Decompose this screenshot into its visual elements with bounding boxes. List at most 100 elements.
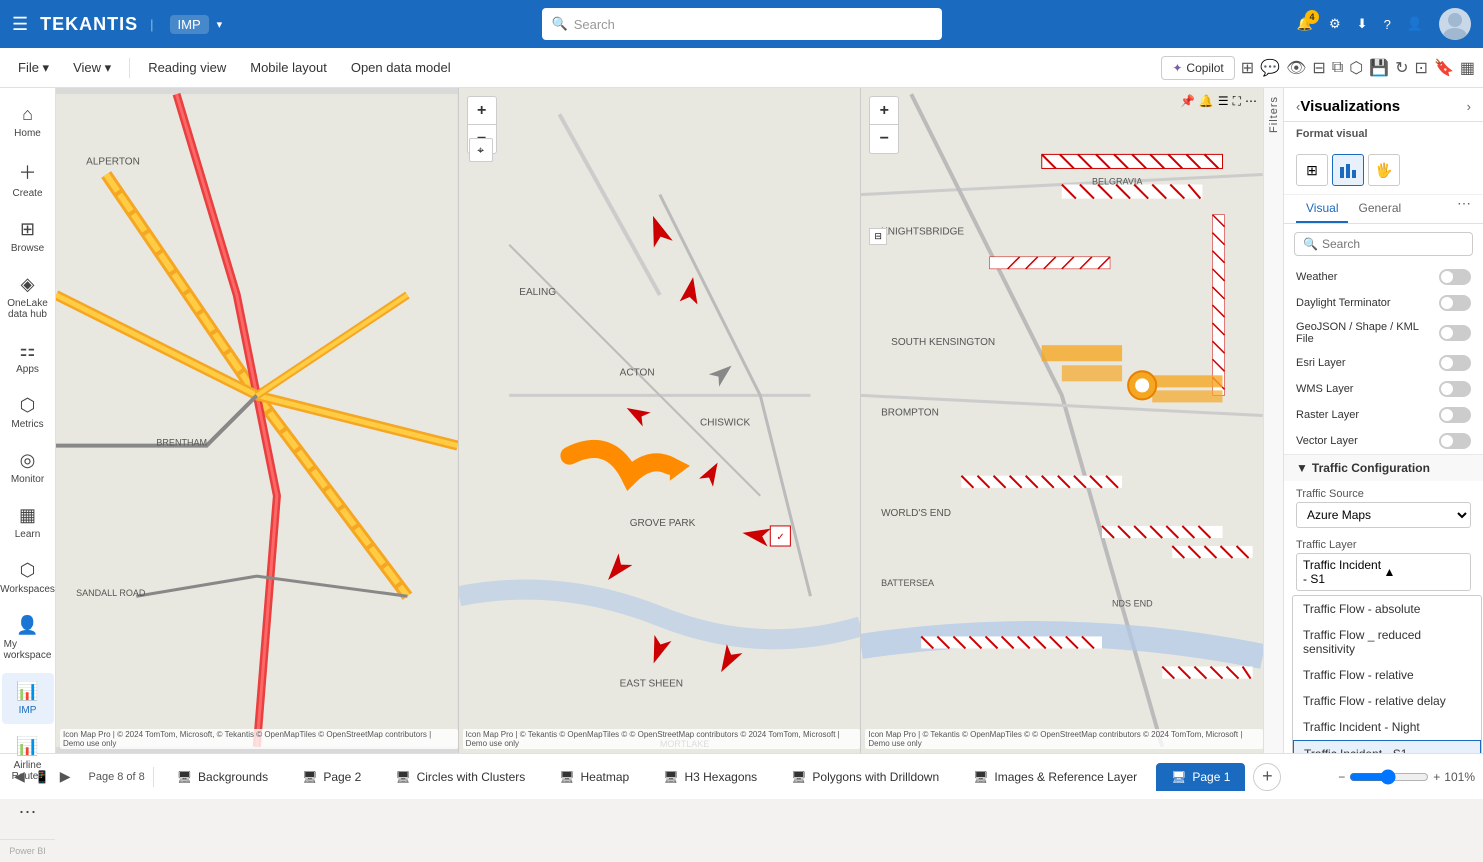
nav-mobile-layout[interactable]: Mobile layout (240, 54, 337, 81)
next-page-btn[interactable]: ▶ (54, 764, 77, 789)
tab-visual[interactable]: Visual (1296, 195, 1348, 223)
sidebar-item-create[interactable]: ＋ Create (2, 151, 54, 207)
dropdown-item-flow-delay[interactable]: Traffic Flow - relative delay (1293, 688, 1481, 714)
tab-circles[interactable]: 🖥 Circles with Clusters (380, 763, 540, 791)
hamburger-icon[interactable]: ☰ (12, 14, 28, 35)
nav-icon-bookmark[interactable]: 🔖 (1434, 58, 1454, 78)
toggle-wms-switch[interactable] (1439, 381, 1471, 397)
prev-page-btn[interactable]: ◀ (8, 764, 31, 789)
nav-open-data-model[interactable]: Open data model (341, 54, 461, 81)
zoom-in-btn-2[interactable]: + (468, 97, 496, 125)
sidebar-item-learn[interactable]: ▦ Learn (2, 497, 54, 548)
bell-icon-map[interactable]: 🔔 (1199, 94, 1214, 109)
powerbi-branding: Power BI (0, 839, 55, 862)
nav-icon-table[interactable]: ⊟ (1312, 58, 1325, 78)
help-icon[interactable]: ? (1384, 17, 1391, 32)
zoom-out-btn-3[interactable]: − (870, 125, 898, 153)
toggle-vector-switch[interactable] (1439, 433, 1471, 449)
mobile-icon-bottom[interactable]: 📱 (35, 770, 50, 784)
viz-icon-row: ⊞ 🖐 (1284, 146, 1483, 195)
search-input-panel[interactable] (1322, 237, 1477, 251)
zoom-slider[interactable] (1349, 769, 1429, 785)
workspace-chevron[interactable]: ▾ (217, 18, 223, 31)
zoom-plus[interactable]: + (1433, 770, 1440, 784)
filters-panel[interactable]: Filters (1263, 88, 1283, 753)
traffic-source-select[interactable]: Azure Maps (1296, 502, 1471, 528)
pin-icon[interactable]: 📌 (1180, 94, 1195, 109)
tab-images[interactable]: 🖥 Images & Reference Layer (958, 763, 1152, 791)
toggle-weather: Weather Off (1284, 264, 1483, 290)
tab-page2[interactable]: 🖥 Page 2 (287, 763, 376, 791)
map-credits-3: Icon Map Pro | © Tekantis © OpenMapTiles… (865, 729, 1263, 749)
toggle-geojson-switch[interactable] (1439, 325, 1471, 341)
dropdown-item-incident-s1[interactable]: Traffic Incident - S1 (1293, 740, 1481, 753)
expand-icon[interactable]: ⛶ (1233, 94, 1241, 109)
notification-icon[interactable]: 🔔 4 (1297, 16, 1313, 32)
workspace-selector[interactable]: IMP (170, 15, 209, 34)
nav-file[interactable]: File ▾ (8, 54, 59, 82)
top-search-bar[interactable]: 🔍 Search (542, 8, 942, 40)
download-icon[interactable]: ⬇ (1357, 16, 1368, 32)
svg-text:BATTERSEA: BATTERSEA (881, 578, 934, 588)
tab-heatmap[interactable]: 🖥 Heatmap (544, 763, 644, 791)
nav-icon-format[interactable]: ⊡ (1415, 58, 1428, 78)
list-icon[interactable]: ☰ (1218, 94, 1229, 109)
nav-icon-view[interactable]: 👁 (1286, 58, 1306, 78)
dropdown-item-flow-relative[interactable]: Traffic Flow - relative (1293, 662, 1481, 688)
toggle-weather-switch[interactable]: Off (1439, 269, 1471, 285)
more-icon-map[interactable]: ⋯ (1245, 94, 1257, 109)
tab-polygons[interactable]: 🖥 Polygons with Drilldown (776, 763, 954, 791)
toggle-esri-switch[interactable] (1439, 355, 1471, 371)
sidebar-item-more[interactable]: ⋯ (2, 794, 54, 831)
tab-h3hex[interactable]: 🖥 H3 Hexagons (648, 763, 772, 791)
dropdown-item-flow-reduced[interactable]: Traffic Flow _ reduced sensitivity (1293, 622, 1481, 662)
tab-general[interactable]: General (1348, 195, 1411, 223)
sidebar-item-imp[interactable]: 📊 IMP (2, 673, 54, 724)
copilot-button[interactable]: ✦ Copilot (1161, 56, 1234, 80)
sidebar-item-home[interactable]: ⌂ Home (2, 96, 54, 147)
compass-btn-2[interactable]: ⌖ (469, 138, 493, 162)
add-page-btn[interactable]: + (1253, 763, 1281, 791)
sidebar-item-metrics[interactable]: ⬡ Metrics (2, 387, 54, 438)
tab-page1[interactable]: 🖥 Page 1 (1156, 763, 1245, 791)
sidebar-item-browse[interactable]: ⊞ Browse (2, 211, 54, 262)
nav-icon-comment[interactable]: 💬 (1260, 58, 1280, 78)
nav-view[interactable]: View ▾ (63, 54, 121, 82)
search-box[interactable]: 🔍 (1294, 232, 1473, 256)
nav-icon-share2[interactable]: ⬡ (1349, 58, 1363, 78)
nav-icon-more[interactable]: ▦ (1460, 58, 1475, 78)
tab-icon-circles: 🖥 (395, 770, 410, 784)
user-avatar[interactable] (1439, 8, 1471, 40)
nav-reading-view[interactable]: Reading view (138, 54, 236, 81)
traffic-config-section[interactable]: ▼ Traffic Configuration (1284, 454, 1483, 481)
viz-icon-chart[interactable] (1332, 154, 1364, 186)
nav-icon-grid[interactable]: ⊞ (1241, 58, 1254, 78)
nav-icon-save[interactable]: 💾 (1369, 58, 1389, 78)
sidebar-item-monitor[interactable]: ◎ Monitor (2, 442, 54, 493)
settings-icon[interactable]: ⚙ (1329, 16, 1341, 32)
nav-icon-copy[interactable]: ⧉ (1332, 59, 1343, 77)
tab-more-btn[interactable]: ⋯ (1457, 195, 1471, 223)
zoom-minus[interactable]: − (1338, 770, 1345, 784)
sidebar-item-onelake[interactable]: ◈ OneLake data hub (2, 266, 54, 328)
sidebar-item-apps[interactable]: ⚏ Apps (2, 332, 54, 383)
nav-icon-refresh[interactable]: ↻ (1395, 58, 1408, 78)
viz-icon-table[interactable]: ⊞ (1296, 154, 1328, 186)
tab-label-circles: Circles with Clusters (417, 770, 526, 784)
dropdown-item-incident-night[interactable]: Traffic Incident - Night (1293, 714, 1481, 740)
zoom-in-btn-3[interactable]: + (870, 97, 898, 125)
traffic-layer-dropdown-trigger[interactable]: Traffic Incident - S1 ▲ (1296, 553, 1471, 591)
tab-backgrounds[interactable]: 🖥 Backgrounds (162, 763, 283, 791)
toggle-raster-switch[interactable] (1439, 407, 1471, 423)
panel-expand-btn[interactable]: › (1467, 99, 1471, 114)
svg-text:BROMPTON: BROMPTON (881, 407, 939, 418)
toggle-daylight-switch[interactable] (1439, 295, 1471, 311)
viz-icon-hand[interactable]: 🖐 (1368, 154, 1400, 186)
sidebar-item-myworkspace[interactable]: 👤 My workspace (2, 607, 54, 669)
bottom-bar: ◀ 📱 ▶ Page 8 of 8 🖥 Backgrounds 🖥 Page 2… (0, 753, 1483, 799)
share-icon[interactable]: 👤 (1407, 16, 1423, 32)
bottom-left: ◀ 📱 ▶ (8, 764, 77, 789)
divider: | (150, 17, 153, 32)
sidebar-item-workspaces[interactable]: ⬡ Workspaces (2, 552, 54, 603)
dropdown-item-flow-absolute[interactable]: Traffic Flow - absolute (1293, 596, 1481, 622)
